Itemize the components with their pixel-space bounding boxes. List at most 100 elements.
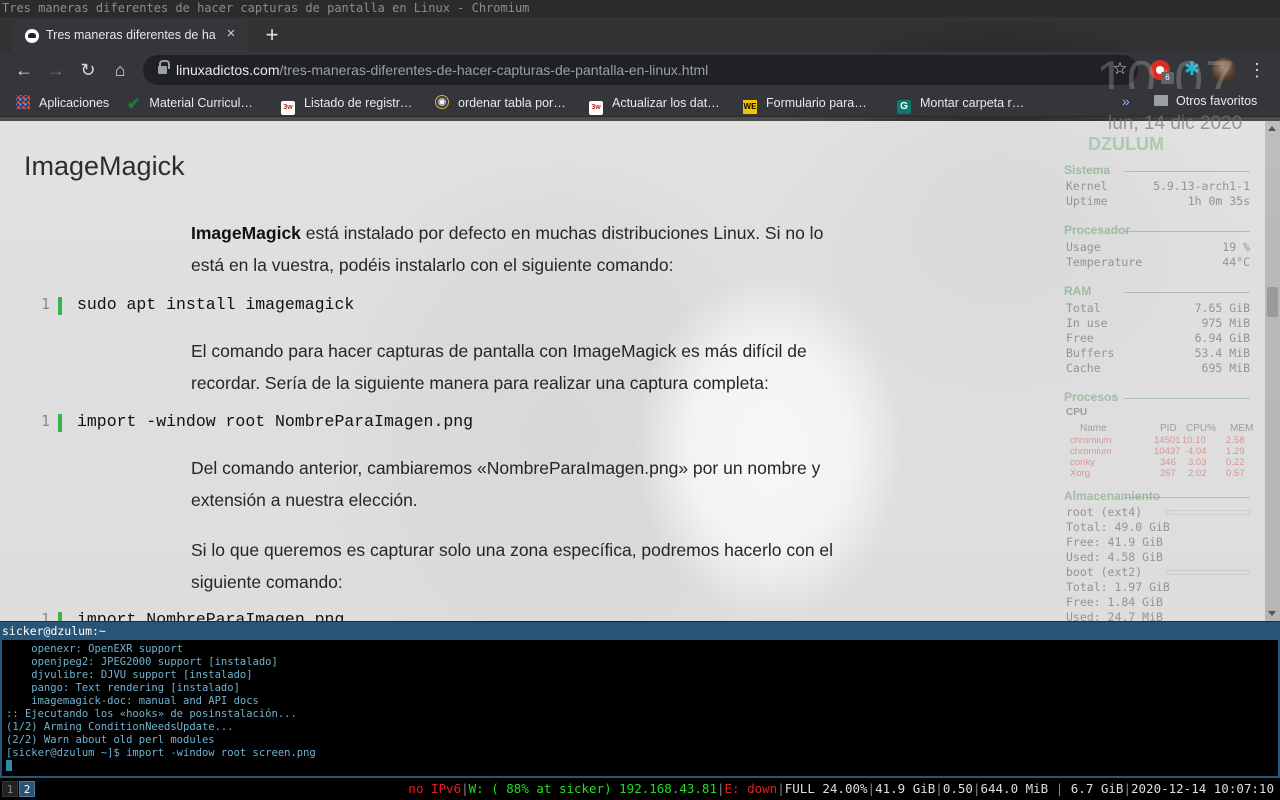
proc-mem: 1.29 [1226, 446, 1245, 457]
terminal-prompt-line[interactable] [6, 760, 1274, 774]
terminal-line: imagemagick-doc: manual and API docs [6, 695, 259, 707]
conky-section-storage: Almacenamiento [1064, 489, 1250, 503]
conky-section-processes: Procesos [1064, 390, 1250, 404]
eye-icon [435, 95, 449, 109]
code-line[interactable]: sudo apt install imagemagick [77, 295, 354, 314]
terminal-title-bar[interactable]: sicker@dzulum:~ [0, 622, 1280, 640]
code-gutter-bar [58, 612, 62, 621]
proc-cpu: 3.03 [1188, 457, 1207, 468]
we-icon: WE [743, 100, 757, 114]
proc-name: Xorg [1070, 468, 1091, 479]
folder-icon [1154, 95, 1168, 106]
reload-icon[interactable]: ↻ [75, 57, 101, 83]
bookmark-montar[interactable]: G Montar carpeta r… [897, 94, 1024, 114]
conky-row: Total: 49.0 GiB [1066, 520, 1170, 534]
paragraph-install: ImageMagick está instalado por defecto e… [191, 217, 861, 281]
bookmark-label: Actualizar los dat… [612, 96, 720, 110]
url-host: linuxadictos.com [176, 62, 280, 78]
conky-section-system: Sistema [1064, 163, 1250, 177]
scrollbar-thumb[interactable] [1267, 287, 1278, 317]
url-text[interactable]: linuxadictos.com/tres-maneras-diferentes… [176, 62, 708, 78]
proc-pid: 10437 [1154, 446, 1181, 457]
status-wifi: W: ( 88% at sicker) 192.168.43.81 [468, 781, 717, 796]
terminal-line: openexr: OpenEXR support [6, 643, 184, 655]
terminal-line: (1/2) Arming ConditionNeedsUpdate... [6, 721, 234, 733]
row-value: 44°C [1222, 255, 1250, 269]
scroll-down-icon[interactable] [1268, 611, 1276, 616]
header-name: Name [1080, 423, 1107, 434]
url-path: /tres-maneras-diferentes-de-hacer-captur… [279, 62, 709, 78]
scroll-up-icon[interactable] [1268, 126, 1276, 131]
row-key: Free [1066, 331, 1094, 345]
kebab-menu-icon[interactable]: ⋮ [1247, 60, 1267, 80]
storage-boot-fill [1167, 571, 1168, 574]
proc-cpu: 10.10 [1182, 435, 1206, 446]
site-favicon-icon [25, 29, 39, 43]
storage-root-bar [1166, 510, 1250, 515]
apps-grid-icon [16, 95, 30, 109]
row-key: In use [1066, 316, 1108, 330]
terminal-cursor [6, 760, 12, 771]
row-key: Uptime [1066, 194, 1108, 208]
page-scrollbar[interactable] [1265, 121, 1280, 621]
code-block: 1 import NombreParaImagen.png [40, 610, 860, 621]
terminal-line: openjpeg2: JPEG2000 support [instalado] [6, 656, 278, 668]
terminal-window[interactable]: openexr: OpenEXR support openjpeg2: JPEG… [0, 640, 1280, 778]
proc-name: chromium [1070, 435, 1112, 446]
w3schools-icon: 3w [281, 101, 295, 115]
conky-monitor: lun, 14 dic 2020 DZULUM Sistema Kernel 5.… [1060, 110, 1255, 624]
conky-row: Free: 41.9 GiB [1066, 535, 1163, 549]
proc-mem: 2.58 [1226, 435, 1245, 446]
row-value: 975 MiB [1201, 316, 1250, 330]
row-value: 6.94 GiB [1194, 331, 1250, 345]
code-block: 1 sudo apt install imagemagick [40, 295, 860, 317]
checkmark-icon: ✔ [127, 96, 141, 113]
row-key: Total [1066, 301, 1101, 315]
terminal-line: pango: Text rendering [instalado] [6, 682, 240, 694]
bookmark-apps[interactable]: Aplicaciones [16, 94, 109, 112]
g-icon: G [897, 100, 911, 114]
tab-active[interactable]: Tres maneras diferentes de ha × [11, 19, 248, 52]
bookmark-actualizar[interactable]: 3w Actualizar los dat… [589, 94, 720, 115]
forward-arrow-icon[interactable]: → [43, 57, 69, 83]
w3schools-icon: 3w [589, 101, 603, 115]
home-icon[interactable]: ⌂ [107, 57, 133, 83]
bookmark-ordenar[interactable]: ordenar tabla por… [435, 94, 566, 112]
i3-status-bar: 1 2 no IPv6|W: ( 88% at sicker) 192.168.… [0, 778, 1280, 800]
bookmark-formulario[interactable]: WE Formulario para… [743, 94, 867, 114]
code-line[interactable]: import -window root NombreParaImagen.png [77, 412, 473, 431]
conky-row: Used: 4.58 GiB [1066, 550, 1163, 564]
new-tab-button[interactable]: + [258, 22, 286, 50]
bookmark-label: Material Curricul… [149, 96, 253, 110]
conky-row: Total: 1.97 GiB [1066, 580, 1170, 594]
bookmark-label: ordenar tabla por… [458, 96, 566, 110]
row-value: 5.9.13-arch1-1 [1153, 179, 1250, 193]
status-datetime: 2020-12-14 10:07:10 [1131, 781, 1274, 796]
bookmarks-overflow-icon[interactable]: » [1122, 93, 1130, 109]
conky-row: Free: 1.84 GiB [1066, 595, 1163, 609]
other-bookmarks-folder[interactable]: Otros favoritos [1154, 94, 1257, 108]
cpu-label: CPU [1066, 407, 1088, 418]
workspace-2-button[interactable]: 2 [19, 781, 35, 797]
terminal-line: (2/2) Warn about old perl modules [6, 734, 215, 746]
tab-close-icon[interactable]: × [222, 25, 240, 43]
workspace-1-button[interactable]: 1 [2, 781, 18, 797]
window-title-bar: Tres maneras diferentes de hacer captura… [0, 0, 1280, 17]
terminal-line: djvulibre: DJVU support [instalado] [6, 669, 253, 681]
conky-section-processor: Procesador [1064, 223, 1250, 237]
lock-icon[interactable] [158, 60, 170, 75]
bookmark-material[interactable]: ✔ Material Curricul… [127, 94, 253, 113]
line-number: 1 [40, 610, 50, 621]
row-value: 7.65 GiB [1194, 301, 1250, 315]
conky-hostname: DZULUM [1088, 134, 1164, 154]
bookmark-listado[interactable]: 3w Listado de registr… [281, 94, 412, 115]
row-value: 53.4 MiB [1194, 346, 1250, 360]
back-arrow-icon[interactable]: ← [11, 57, 37, 83]
code-line[interactable]: import NombreParaImagen.png [77, 610, 344, 621]
address-bar[interactable]: linuxadictos.com/tres-maneras-diferentes… [143, 55, 1138, 85]
proc-mem: 0.22 [1226, 457, 1245, 468]
paragraph-rename: Del comando anterior, cambiaremos «Nombr… [191, 458, 821, 510]
row-value: 695 MiB [1201, 361, 1250, 375]
row-key: Cache [1066, 361, 1101, 375]
code-gutter-bar [58, 414, 62, 432]
